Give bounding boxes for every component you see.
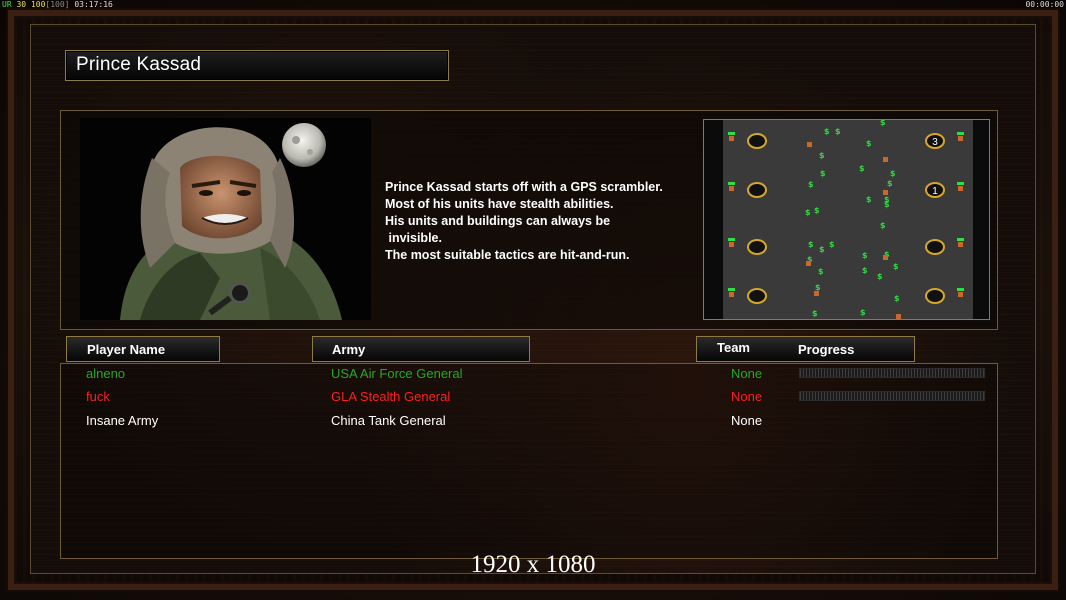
- supply-icon: $: [893, 262, 899, 271]
- start-marker: [925, 288, 945, 304]
- general-description: Prince Kassad starts off with a GPS scra…: [385, 179, 705, 264]
- description-line: Most of his units have stealth abilities…: [385, 197, 614, 211]
- supply-icon: $: [894, 294, 900, 303]
- resolution-watermark: 1920 x 1080: [470, 551, 596, 578]
- team-header-label: Team: [717, 340, 750, 355]
- tree-icon: [957, 182, 964, 191]
- team-progress-header[interactable]: Team Progress: [696, 336, 915, 362]
- player-team: None: [731, 366, 763, 381]
- oil-derrick-icon: [883, 190, 888, 195]
- minimap: 3 1 $ $ $ $ $ $ $ $ $ $ $ $ $ $ $ $ $ $ $ $ $ $ $ $ $ $ $ $ $ $: [703, 118, 990, 320]
- player-name: fuck: [86, 389, 110, 404]
- tree-icon: [957, 132, 964, 141]
- oil-derrick-icon: [806, 261, 811, 266]
- start-marker: [747, 288, 767, 304]
- supply-icon: $: [808, 240, 814, 249]
- supply-icon: $: [860, 308, 866, 317]
- oil-derrick-icon: [883, 255, 888, 260]
- player-name: Insane Army: [86, 413, 159, 428]
- oil-derrick-icon: [896, 314, 901, 319]
- player-row: fuck GLA Stealth General None: [61, 387, 999, 409]
- supply-icon: $: [819, 151, 825, 160]
- hud-stat-c: 100: [30, 0, 46, 9]
- hud-stat-b: 30: [16, 0, 27, 9]
- hud-timer: 00:00:00: [1025, 0, 1064, 9]
- army-header[interactable]: Army: [312, 336, 530, 362]
- hud-stats: UR 30 100[100] 03:17:16: [2, 0, 113, 9]
- supply-icon: $: [818, 267, 824, 276]
- supply-icon: $: [862, 266, 868, 275]
- start-marker: [747, 239, 767, 255]
- start-marker: [925, 239, 945, 255]
- player-name-header[interactable]: Player Name: [66, 336, 220, 362]
- hud-stat-d: [100]: [45, 0, 70, 9]
- supply-icon: $: [819, 245, 825, 254]
- tree-icon: [728, 132, 735, 141]
- start-marker: [747, 182, 767, 198]
- player-team: None: [731, 389, 763, 404]
- start-marker-label: 1: [932, 186, 938, 197]
- oil-derrick-icon: [814, 291, 819, 296]
- general-name: Prince Kassad: [76, 54, 202, 75]
- oil-derrick-icon: [883, 157, 888, 162]
- tree-icon: [728, 238, 735, 247]
- supply-icon: $: [805, 208, 811, 217]
- player-army: China Tank General: [331, 413, 446, 428]
- description-line: His units and buildings can always be: [385, 214, 611, 228]
- description-line: Prince Kassad starts off with a GPS scra…: [385, 180, 663, 194]
- supply-icon: $: [835, 127, 841, 136]
- player-army: GLA Stealth General: [331, 389, 451, 404]
- supply-icon: $: [880, 221, 886, 230]
- tree-icon: [728, 288, 735, 297]
- supply-icon: $: [824, 127, 830, 136]
- supply-icon: $: [829, 240, 835, 249]
- supply-icon: $: [890, 169, 896, 178]
- supply-icon: $: [877, 272, 883, 281]
- general-portrait: [80, 118, 371, 320]
- supply-icon: $: [820, 169, 826, 178]
- supply-icon: $: [815, 283, 821, 292]
- player-row: alneno USA Air Force General None: [61, 364, 999, 386]
- loading-progress-bar: [799, 391, 985, 401]
- supply-icon: $: [887, 179, 893, 188]
- tree-icon: [957, 238, 964, 247]
- supply-icon: $: [862, 251, 868, 260]
- hud-clock: 03:17:16: [74, 0, 113, 9]
- loading-progress-bar: [799, 368, 985, 378]
- supply-icon: $: [808, 180, 814, 189]
- supply-icon: $: [814, 206, 820, 215]
- player-name: alneno: [86, 366, 126, 381]
- army-header-label: Army: [332, 342, 366, 357]
- start-marker-label: 3: [932, 137, 938, 148]
- player-army: USA Air Force General: [331, 366, 463, 381]
- player-team: None: [731, 413, 763, 428]
- supply-icon: $: [866, 139, 872, 148]
- progress-header-label: Progress: [798, 342, 855, 357]
- hud-stat-a: UR: [2, 0, 12, 9]
- moon-icon: [282, 123, 326, 167]
- player-row: Insane Army China Tank General None: [61, 411, 999, 433]
- tree-icon: [728, 182, 735, 191]
- players-list: alneno USA Air Force General None fuck G…: [60, 363, 998, 559]
- supply-icon: $: [812, 309, 818, 318]
- oil-derrick-icon: [807, 142, 812, 147]
- supply-icon: $: [859, 164, 865, 173]
- supply-icon: $: [866, 195, 872, 204]
- supply-icon: $: [884, 200, 890, 209]
- supply-icon: $: [880, 120, 886, 127]
- general-name-box: Prince Kassad: [65, 50, 449, 81]
- player-name-header-label: Player Name: [87, 342, 166, 357]
- start-marker: [747, 133, 767, 149]
- description-line: The most suitable tactics are hit-and-ru…: [385, 248, 630, 262]
- tree-icon: [957, 288, 964, 297]
- description-line: invisible.: [385, 231, 442, 245]
